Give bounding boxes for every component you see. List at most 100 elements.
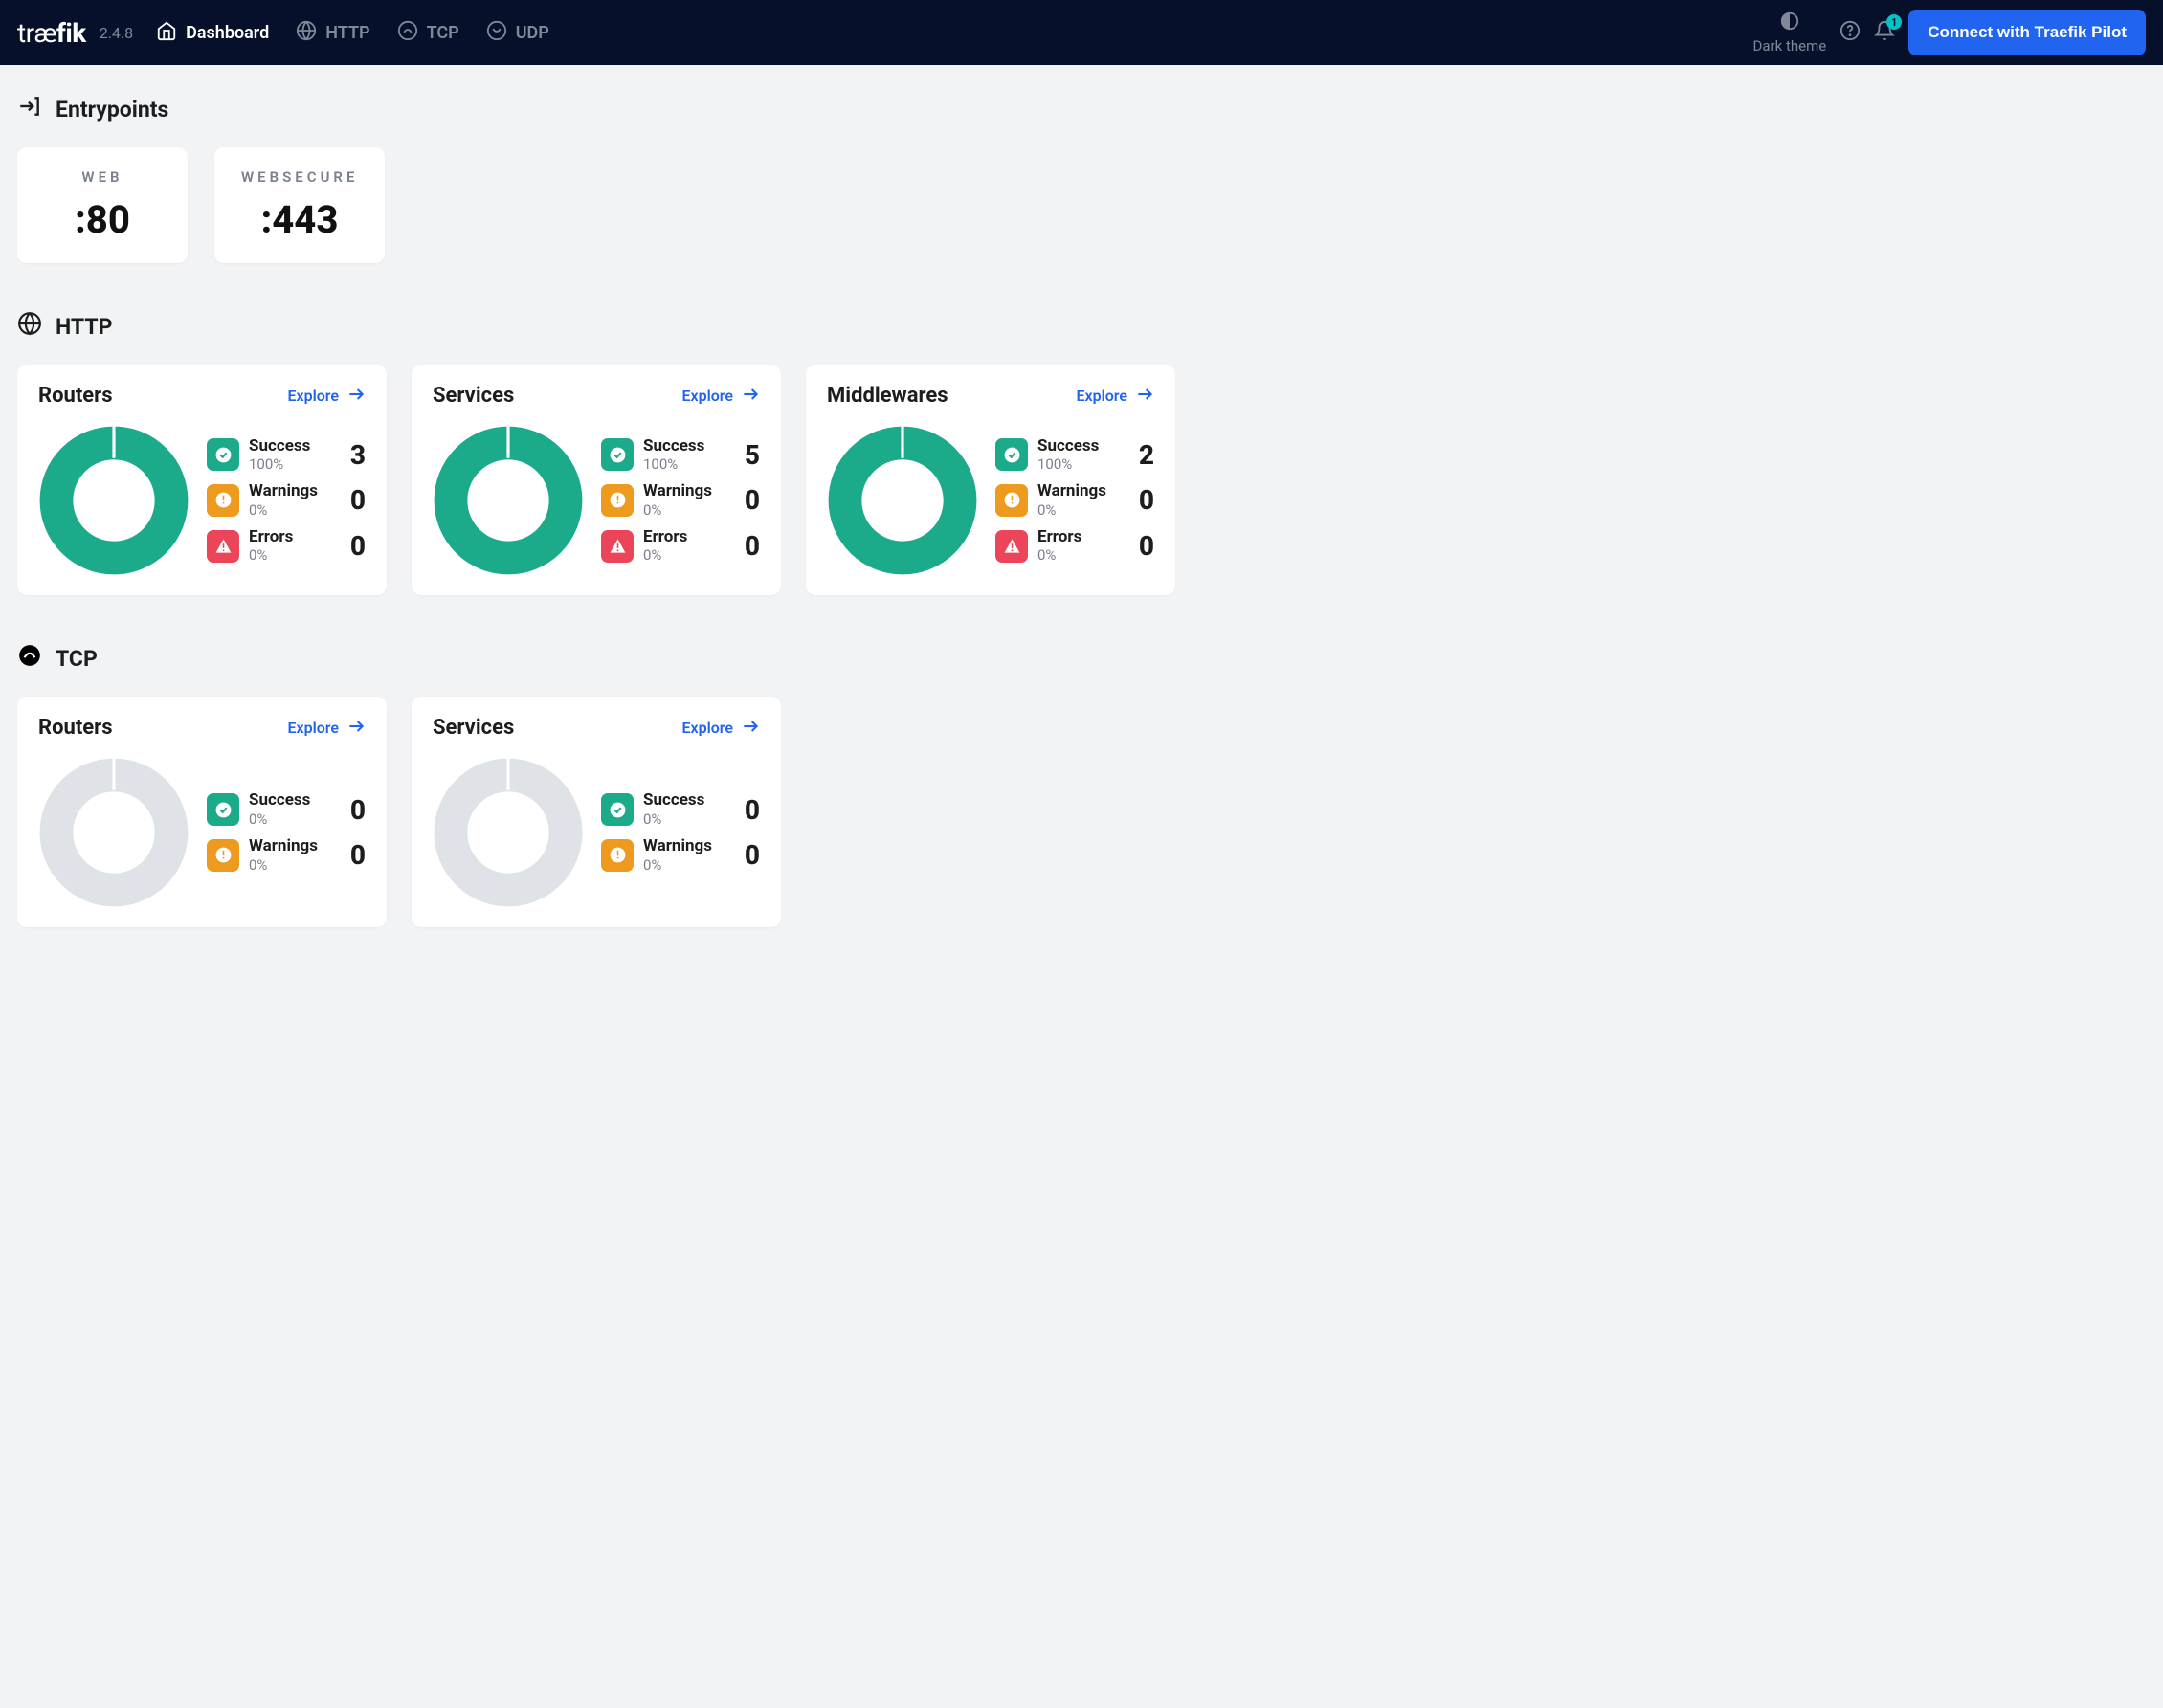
error-icon: [207, 530, 239, 563]
arrow-right-icon: [346, 717, 366, 740]
notifications-button[interactable]: 1: [1874, 20, 1895, 45]
entrypoints-title: Entrypoints: [56, 97, 168, 122]
stat-row-success: Success 100% 2: [995, 437, 1154, 474]
error-icon: [995, 530, 1028, 563]
stat-row-warnings: Warnings 0% 0: [207, 482, 366, 519]
stat-percent: 0%: [643, 546, 735, 564]
dark-theme-label: Dark theme: [1753, 37, 1827, 55]
explore-link[interactable]: Explore: [287, 717, 366, 740]
contrast-icon: [1779, 11, 1800, 35]
stat-label: Success: [643, 791, 735, 810]
stat-count: 0: [1139, 530, 1154, 562]
entrypoint-card-websecure: WEBSECURE :443: [214, 147, 385, 263]
stat-row-success: Success 100% 5: [601, 437, 760, 474]
check-circle-icon: [601, 438, 634, 471]
stat-count: 0: [350, 839, 366, 871]
http-header: HTTP: [17, 311, 2146, 342]
udp-icon: [486, 20, 507, 46]
explore-label: Explore: [287, 387, 339, 405]
stat-count: 3: [350, 439, 366, 471]
arrow-right-icon: [1135, 385, 1154, 408]
explore-link[interactable]: Explore: [681, 717, 760, 740]
stat-count: 0: [745, 484, 760, 516]
check-circle-icon: [207, 793, 239, 826]
entrypoints-list: WEB :80 WEBSECURE :443: [17, 147, 2146, 263]
stat-count: 5: [745, 439, 760, 471]
stat-row-warnings: Warnings 0% 0: [601, 482, 760, 519]
tcp-cards-row: Routers Explore Success 0% 0 Warnings 0%: [17, 697, 2146, 927]
warning-icon: [995, 484, 1028, 517]
stat-label: Errors: [249, 528, 341, 547]
help-icon: [1840, 20, 1861, 45]
card-title: Routers: [38, 716, 113, 740]
card-title: Services: [433, 716, 514, 740]
stat-percent: 100%: [1037, 455, 1129, 473]
stat-percent: 0%: [249, 546, 341, 564]
arrow-right-icon: [346, 385, 366, 408]
check-circle-icon: [601, 793, 634, 826]
stat-count: 2: [1139, 439, 1154, 471]
explore-link[interactable]: Explore: [1076, 385, 1154, 408]
card-title: Middlewares: [827, 384, 948, 408]
tcp-title: TCP: [56, 646, 98, 672]
arrow-right-icon: [741, 717, 760, 740]
warning-icon: [601, 484, 634, 517]
stat-label: Success: [249, 791, 341, 810]
login-icon: [17, 94, 42, 124]
dark-theme-toggle[interactable]: Dark theme: [1753, 11, 1827, 55]
nav-tcp[interactable]: TCP: [397, 20, 459, 46]
stat-percent: 0%: [249, 501, 341, 519]
explore-label: Explore: [681, 387, 733, 405]
donut-chart: [38, 425, 190, 576]
stat-row-success: Success 0% 0: [601, 791, 760, 828]
nav-udp[interactable]: UDP: [486, 20, 549, 46]
stat-card: Services Explore Success 0% 0 Warnings 0…: [412, 697, 781, 927]
notification-badge: 1: [1886, 14, 1902, 30]
nav-dashboard[interactable]: Dashboard: [156, 20, 269, 46]
main-content: Entrypoints WEB :80 WEBSECURE :443 HTTP …: [0, 65, 2163, 1004]
nav-dashboard-label: Dashboard: [186, 23, 269, 43]
stat-label: Warnings: [249, 482, 341, 501]
stat-row-warnings: Warnings 0% 0: [207, 837, 366, 874]
explore-label: Explore: [681, 719, 733, 737]
stat-label: Warnings: [249, 837, 341, 856]
entrypoint-name: WEB: [44, 168, 161, 186]
nav-http-label: HTTP: [325, 23, 369, 43]
check-circle-icon: [207, 438, 239, 471]
stat-percent: 0%: [249, 856, 341, 874]
stat-row-warnings: Warnings 0% 0: [995, 482, 1154, 519]
nav-udp-label: UDP: [516, 23, 549, 43]
home-icon: [156, 20, 177, 46]
stat-label: Success: [1037, 437, 1129, 456]
stat-count: 0: [745, 530, 760, 562]
stat-count: 0: [350, 484, 366, 516]
nav-http[interactable]: HTTP: [296, 20, 369, 46]
donut-chart: [433, 425, 584, 576]
stat-row-errors: Errors 0% 0: [207, 528, 366, 565]
stat-row-errors: Errors 0% 0: [995, 528, 1154, 565]
donut-chart: [827, 425, 978, 576]
entrypoint-port: :443: [241, 197, 358, 242]
connect-pilot-button[interactable]: Connect with Traefik Pilot: [1908, 10, 2146, 55]
tcp-icon: [17, 643, 42, 674]
entrypoint-port: :80: [44, 197, 161, 242]
warning-icon: [207, 839, 239, 872]
error-icon: [601, 530, 634, 563]
help-button[interactable]: [1840, 20, 1861, 45]
version-label: 2.4.8: [100, 24, 133, 42]
stat-percent: 0%: [643, 810, 735, 828]
stat-card: Routers Explore Success 100% 3 Warnings …: [17, 365, 387, 595]
stat-label: Success: [249, 437, 341, 456]
stat-count: 0: [745, 794, 760, 826]
stat-card: Middlewares Explore Success 100% 2 Warni…: [806, 365, 1175, 595]
explore-label: Explore: [1076, 387, 1127, 405]
stat-percent: 100%: [249, 455, 341, 473]
globe-icon: [17, 311, 42, 342]
explore-link[interactable]: Explore: [681, 385, 760, 408]
card-title: Services: [433, 384, 514, 408]
entrypoints-header: Entrypoints: [17, 94, 2146, 124]
stat-count: 0: [1139, 484, 1154, 516]
explore-link[interactable]: Explore: [287, 385, 366, 408]
warning-icon: [601, 839, 634, 872]
stat-count: 0: [350, 530, 366, 562]
